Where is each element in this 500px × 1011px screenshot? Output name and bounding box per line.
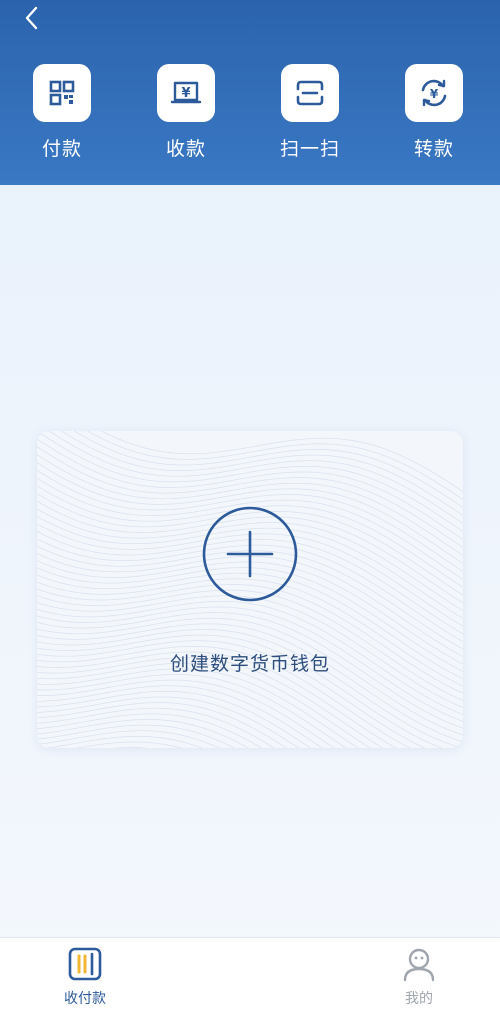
- profile-icon: [401, 946, 437, 982]
- pay-label: 付款: [17, 134, 107, 161]
- create-wallet-card[interactable]: 创建数字货币钱包: [37, 431, 463, 748]
- wallet-icon: [67, 946, 103, 982]
- transfer-label: 转款: [389, 134, 479, 161]
- svg-text:¥: ¥: [181, 86, 190, 101]
- receive-yuan-icon: ¥: [170, 78, 202, 108]
- header: 付款 ¥ 收款 扫一扫: [0, 0, 500, 185]
- transfer-tile: ¥: [405, 64, 463, 122]
- pay-button[interactable]: 付款: [17, 64, 107, 161]
- tab-mine[interactable]: 我的: [359, 946, 479, 1008]
- plus-circle-icon: [201, 505, 299, 603]
- transfer-yuan-icon: ¥: [418, 77, 450, 109]
- receive-tile: ¥: [157, 64, 215, 122]
- scan-button[interactable]: 扫一扫: [265, 64, 355, 161]
- qr-code-icon: [48, 79, 76, 107]
- wave-line: [37, 431, 463, 500]
- pay-tile: [33, 64, 91, 122]
- receive-button[interactable]: ¥ 收款: [141, 64, 231, 161]
- tab-mine-label: 我的: [359, 988, 479, 1008]
- scan-label: 扫一扫: [265, 134, 355, 161]
- chevron-left-icon: [24, 6, 40, 30]
- back-button[interactable]: [18, 4, 46, 32]
- create-wallet-label: 创建数字货币钱包: [37, 649, 463, 676]
- wave-line: [37, 686, 463, 748]
- receive-label: 收款: [141, 134, 231, 161]
- scan-icon: [295, 79, 325, 107]
- tab-pay-receive-label: 收付款: [25, 988, 145, 1008]
- tab-pay-receive[interactable]: 收付款: [25, 946, 145, 1008]
- scan-tile: [281, 64, 339, 122]
- bottom-tab-bar: 收付款 我的: [0, 937, 500, 1011]
- transfer-button[interactable]: ¥ 转款: [389, 64, 479, 161]
- wave-line: [37, 618, 463, 735]
- svg-text:¥: ¥: [430, 87, 439, 101]
- wave-line: [37, 742, 463, 748]
- wave-line: [37, 431, 463, 508]
- wave-line: [37, 669, 463, 748]
